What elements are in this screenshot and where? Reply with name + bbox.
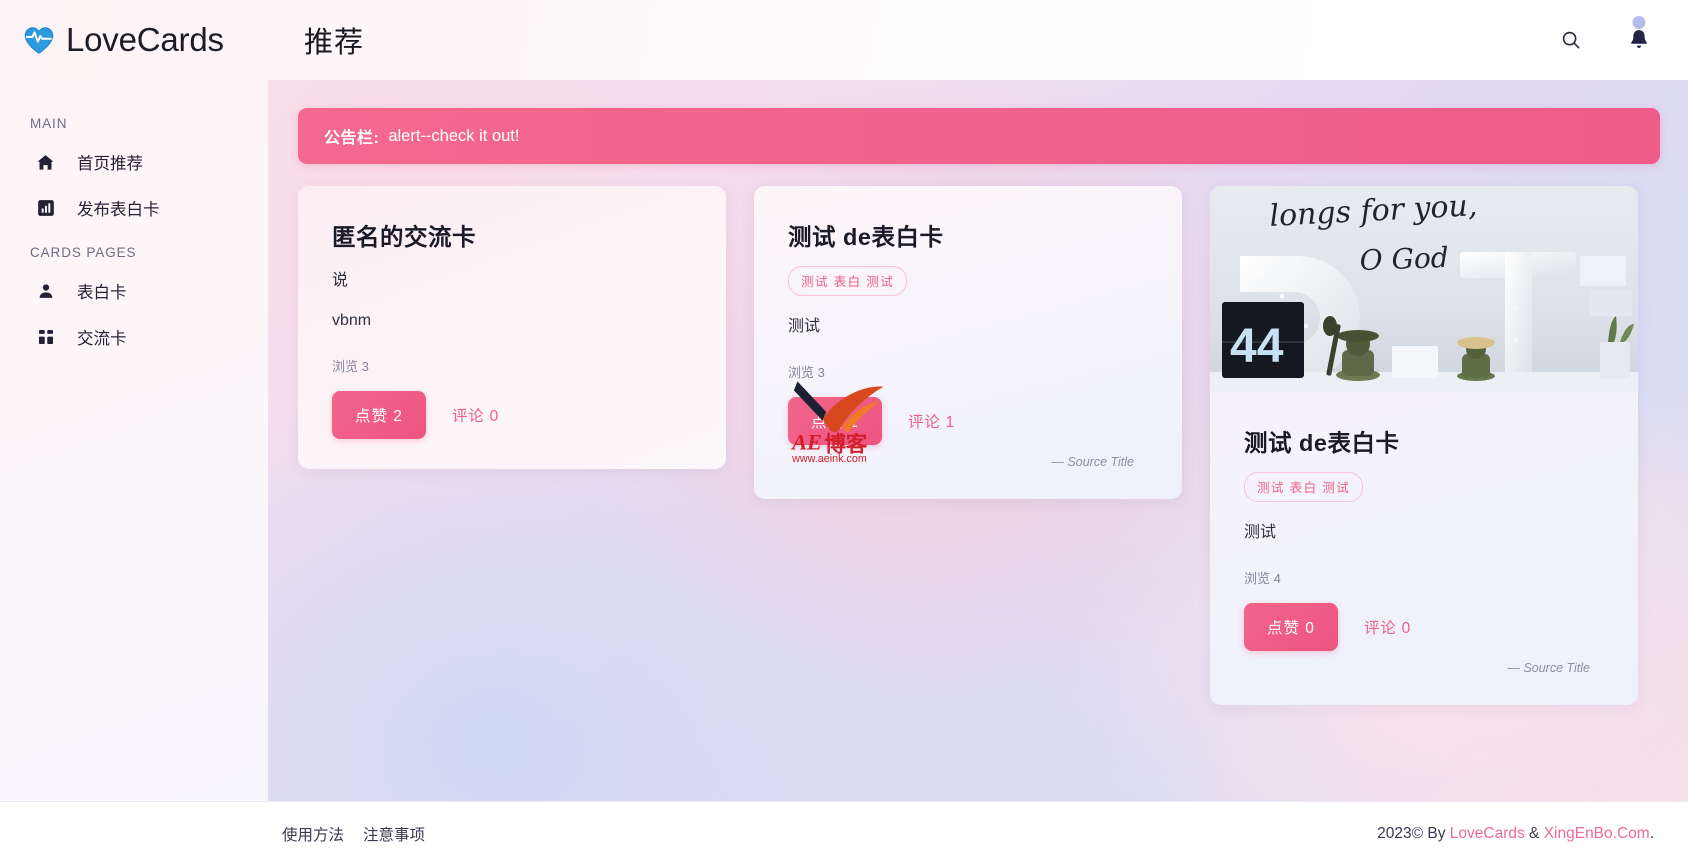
card-content: 匿名的交流卡 说 vbnm 浏览 3 点赞 2 评论 0: [298, 186, 726, 469]
sidebar-section-label-cards-pages: CARDS PAGES: [30, 245, 137, 260]
card-actions: 点赞 0 评论 0: [1244, 603, 1604, 651]
brand[interactable]: LoveCards: [0, 21, 268, 59]
sidebar-item-label: 首页推荐: [77, 155, 143, 173]
card-content: 测试 de表白卡 测试 表白 测试 测试 浏览 3 点赞 1 评论 1 — So…: [754, 186, 1182, 499]
sidebar-item-label: 交流卡: [77, 330, 127, 348]
top-bar: LoveCards 推荐: [0, 0, 1688, 80]
notification-badge: [1632, 16, 1646, 29]
footer-link-xingenbo[interactable]: XingEnBo.Com: [1544, 825, 1650, 842]
card-actions: 点赞 2 评论 0: [332, 391, 692, 439]
card-source: — Source Title: [1051, 455, 1134, 469]
card-title: 匿名的交流卡: [332, 224, 476, 250]
card-tag[interactable]: 测试 表白 测试: [788, 266, 908, 296]
card-photo: longs for you, O God 44: [1210, 186, 1638, 392]
announcement-label: 公告栏:: [324, 130, 380, 147]
card-body-text: 测试: [788, 318, 821, 335]
like-button[interactable]: 点赞 2: [332, 391, 426, 439]
card-views: 浏览 4: [1244, 571, 1281, 586]
card-column-3: longs for you, O God 44 测试 de表白卡 测试 表白 测…: [1210, 186, 1638, 705]
card-title: 测试 de表白卡: [1244, 430, 1400, 456]
footer-copyright: 2023© By LoveCards & XingEnBo.Com.: [1377, 825, 1654, 843]
footer: 使用方法 注意事项 2023© By LoveCards & XingEnBo.…: [0, 801, 1688, 865]
bell-icon: [1631, 30, 1647, 48]
card-body-text: 测试: [1244, 524, 1277, 541]
search-button[interactable]: [1556, 25, 1586, 55]
content-inner: 公告栏: alert--check it out! 匿名的交流卡 说 vbnm …: [268, 80, 1688, 801]
svg-text:O God: O God: [1359, 241, 1449, 277]
card-grid: 匿名的交流卡 说 vbnm 浏览 3 点赞 2 评论 0 测试 de表白卡 测试…: [298, 186, 1660, 705]
search-icon: [1562, 31, 1580, 49]
card-subtitle: 说: [332, 272, 349, 289]
card-column-2: 测试 de表白卡 测试 表白 测试 测试 浏览 3 点赞 1 评论 1 — So…: [754, 186, 1182, 499]
card-column-1: 匿名的交流卡 说 vbnm 浏览 3 点赞 2 评论 0: [298, 186, 726, 469]
footer-links: 使用方法 注意事项: [282, 823, 425, 845]
comment-link[interactable]: 评论 0: [452, 404, 499, 426]
top-bar-actions: [1556, 16, 1688, 55]
home-icon: [36, 153, 55, 172]
svg-text:44: 44: [1230, 320, 1284, 373]
app-root: LoveCards 推荐 MAIN 首页推荐 发布表白卡 CARDS PAGES…: [0, 0, 1688, 865]
grid-dots-icon: [36, 328, 55, 347]
copyright-suffix: .: [1649, 824, 1654, 842]
card-views: 浏览 3: [788, 365, 825, 380]
main-content: 公告栏: alert--check it out! 匿名的交流卡 说 vbnm …: [268, 80, 1688, 801]
card[interactable]: 测试 de表白卡 测试 表白 测试 测试 浏览 3 点赞 1 评论 1 — So…: [754, 186, 1182, 499]
comment-link[interactable]: 评论 0: [1364, 616, 1411, 638]
card[interactable]: longs for you, O God 44 测试 de表白卡 测试 表白 测…: [1210, 186, 1638, 705]
person-icon: [36, 282, 55, 301]
like-button[interactable]: 点赞 0: [1244, 603, 1338, 651]
announcement-text: alert--check it out!: [388, 126, 520, 145]
card-content: 测试 de表白卡 测试 表白 测试 测试 浏览 4 点赞 0 评论 0 — So…: [1210, 392, 1638, 705]
announcement-banner[interactable]: 公告栏: alert--check it out!: [298, 108, 1660, 164]
card-title: 测试 de表白卡: [788, 224, 944, 250]
sidebar-item-home[interactable]: 首页推荐: [0, 139, 268, 185]
sidebar-item-label: 表白卡: [77, 284, 127, 302]
card-source: — Source Title: [1507, 661, 1590, 675]
card-views: 浏览 3: [332, 359, 369, 374]
sidebar-item-publish-card[interactable]: 发布表白卡: [0, 185, 268, 231]
sidebar-item-confession-card[interactable]: 表白卡: [0, 268, 268, 314]
sidebar-item-exchange-card[interactable]: 交流卡: [0, 314, 268, 360]
like-button[interactable]: 点赞 1: [788, 397, 882, 445]
brand-name: LoveCards: [66, 21, 224, 58]
card-body-text: vbnm: [332, 312, 372, 329]
sidebar-item-label: 发布表白卡: [77, 201, 160, 219]
page-title: 推荐: [304, 27, 365, 59]
copyright-separator: &: [1524, 824, 1544, 842]
card-tag[interactable]: 测试 表白 测试: [1244, 472, 1364, 502]
sidebar: MAIN 首页推荐 发布表白卡 CARDS PAGES 表白卡 交流卡: [0, 80, 268, 801]
notifications-button[interactable]: [1624, 16, 1654, 55]
sidebar-section-label-main: MAIN: [30, 116, 68, 131]
card[interactable]: 匿名的交流卡 说 vbnm 浏览 3 点赞 2 评论 0: [298, 186, 726, 469]
page-body: MAIN 首页推荐 发布表白卡 CARDS PAGES 表白卡 交流卡 公告栏:…: [0, 80, 1688, 801]
footer-link-lovecards[interactable]: LoveCards: [1450, 825, 1525, 842]
card-actions: 点赞 1 评论 1: [788, 397, 1148, 445]
heart-pulse-icon: [24, 27, 54, 54]
footer-link-usage[interactable]: 使用方法: [282, 823, 344, 845]
footer-link-notes[interactable]: 注意事项: [363, 823, 425, 845]
decor-photo-illustration: longs for you, O God 44: [1210, 186, 1638, 392]
chart-bar-icon: [36, 199, 55, 218]
comment-link[interactable]: 评论 1: [908, 410, 955, 432]
copyright-prefix: 2023© By: [1377, 824, 1450, 842]
